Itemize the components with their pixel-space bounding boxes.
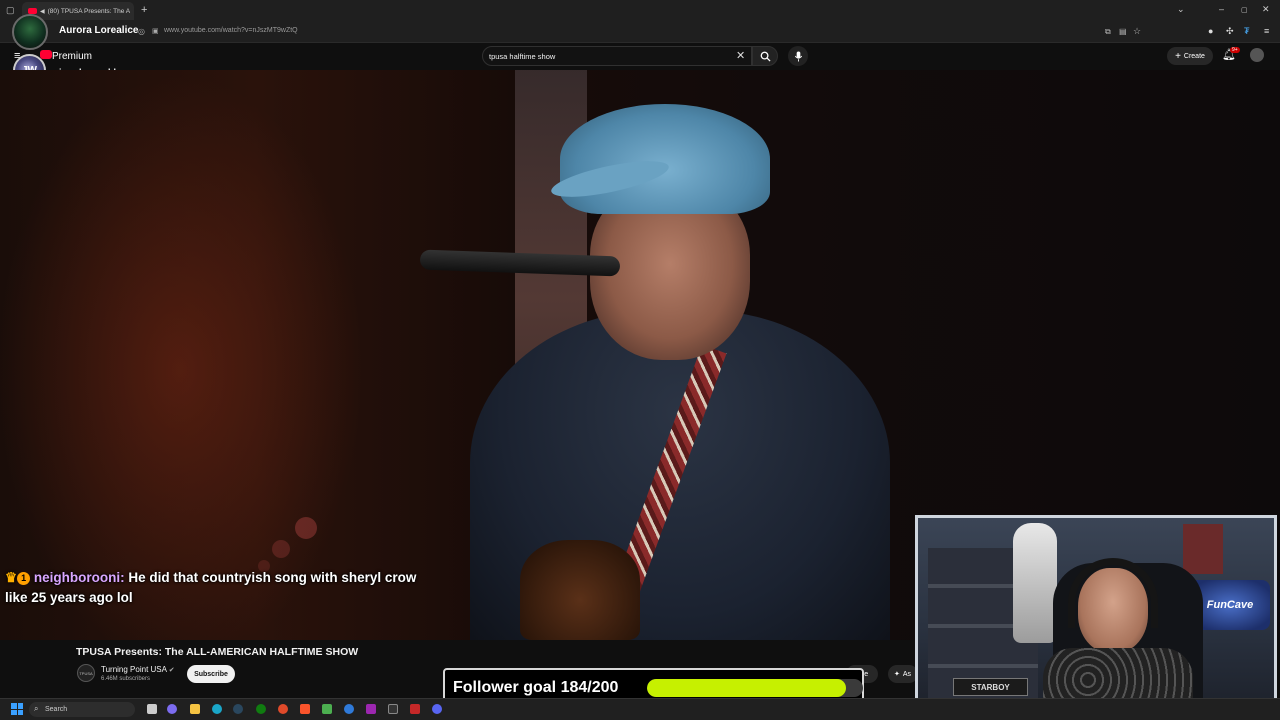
bookmark-star-icon[interactable]: ☆ [1133,26,1141,37]
owner-name-text[interactable]: Turning Point USA [101,665,167,674]
puzzle-icon[interactable]: ✣ [1226,26,1234,37]
bokeh-light [295,517,317,539]
owner-avatar[interactable]: TPUSA [77,664,95,682]
tab-actions-icon[interactable]: ▢ [6,5,15,16]
owner-subscriber-count: 6.46M subscribers [101,676,151,682]
follower-goal-fill [647,679,846,697]
streamer-avatar [12,14,48,50]
account-avatar-icon[interactable] [1250,48,1264,62]
minimize-icon[interactable]: – [1219,4,1224,14]
address-bar: ◎ ▣ www.youtube.com/watch?v=nJszMT9wZtQ … [0,22,1280,43]
tab-close-icon[interactable]: ✕ [133,7,134,15]
browser-tab-bar: ▢ ◀ (80) TPUSA Presents: The A ✕ + ⌄ – ▢… [0,0,1280,22]
ask-button[interactable]: ✦ As [888,665,918,683]
brave-icon[interactable] [300,704,310,714]
discord-icon[interactable] [432,704,442,714]
profile-extension-icon[interactable]: ₮ [1244,26,1250,36]
copilot-icon[interactable] [167,704,177,714]
url-field[interactable]: www.youtube.com/watch?v=nJszMT9wZtQ [164,27,298,34]
microphone-icon [794,50,802,62]
browser-menu-icon[interactable]: ≡ [1264,26,1269,36]
ask-label: As [902,670,912,678]
subscribe-button[interactable]: Subscribe [187,665,235,683]
lock-icon[interactable]: ▣ [152,27,159,35]
speaker-icon: ◀ [40,8,45,15]
video-title: TPUSA Presents: The ALL-AMERICAN HALFTIM… [76,646,359,658]
steam-icon[interactable] [233,704,243,714]
app-icon[interactable] [410,704,420,714]
new-tab-icon[interactable]: + [141,4,147,16]
search-input-value[interactable]: tpusa halftime show [489,52,555,61]
app-icon[interactable] [344,704,354,714]
taskbar-search-label: Search [45,706,68,713]
windows-start-icon[interactable] [11,703,23,715]
performer-cap [560,104,770,214]
youtube-logo-icon[interactable] [40,50,52,59]
follower-goal-track [647,679,863,697]
reader-mode-icon[interactable]: ▤ [1119,27,1127,36]
sparkle-icon: ✦ [894,671,900,678]
app-icon[interactable] [322,704,332,714]
bokeh-light [272,540,290,558]
extension-icon[interactable]: ● [1208,26,1213,36]
file-explorer-icon[interactable] [190,704,200,714]
terminal-icon[interactable] [388,704,398,714]
chat-message: ♛ 1 neighborooni: He did that countryish … [5,568,435,608]
search-button[interactable] [752,46,778,66]
premium-label[interactable]: Premium [52,51,92,62]
webcam-frame: FunCave STARBOY [915,515,1277,718]
guitar [520,540,640,640]
plus-icon: + [1175,50,1181,62]
tab-list-icon[interactable]: ⌄ [1177,4,1185,15]
edge-icon[interactable] [212,704,222,714]
wall-poster [1183,524,1223,574]
crown-icon: ♛ [5,570,18,585]
subscriber-badge-icon: 1 [17,571,31,585]
robot-figure [1013,523,1057,643]
chat-username: neighborooni: [33,570,125,585]
streamer-name: Aurora Lorealice [59,25,139,36]
tab-title: (80) TPUSA Presents: The A [47,7,131,15]
create-label: Create [1183,52,1205,60]
install-app-icon[interactable]: ⧉ [1105,27,1111,37]
license-plate: STARBOY [953,678,1028,696]
xbox-icon[interactable] [256,704,266,714]
search-icon: ⌕ [34,704,39,713]
follower-goal-label: Follower goal 184/200 [453,679,619,696]
search-icon [760,51,771,62]
voice-search-button[interactable] [788,46,808,66]
shield-icon[interactable]: ◎ [138,27,145,36]
task-view-icon[interactable] [147,704,157,714]
window-close-icon[interactable]: ✕ [1262,4,1270,15]
clear-search-icon[interactable]: ✕ [736,49,745,62]
app-icon[interactable] [366,704,376,714]
verified-icon: ✔ [168,667,175,674]
taskbar-search[interactable]: ⌕ Search [29,702,135,717]
owner-name[interactable]: Turning Point USA ✔ [101,665,175,674]
maximize-icon[interactable]: ▢ [1241,6,1248,14]
create-button[interactable]: + Create [1167,47,1213,65]
notification-count-badge: 9+ [1230,47,1240,53]
media-app-icon[interactable] [278,704,288,714]
